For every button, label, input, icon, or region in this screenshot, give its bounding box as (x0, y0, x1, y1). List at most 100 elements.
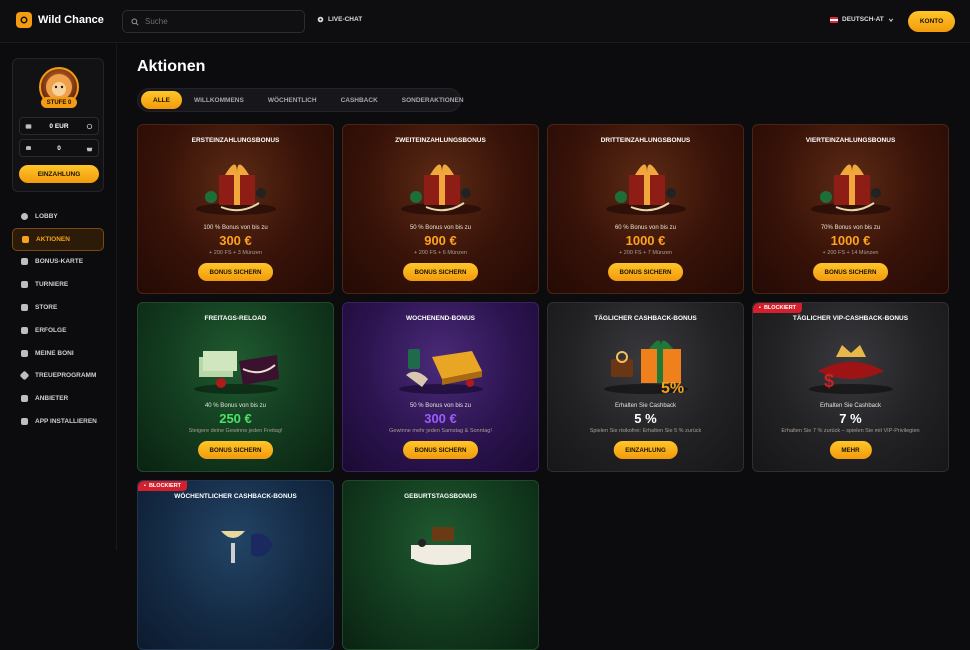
promo-card[interactable]: ▪ BLOCKIERT WÖCHENTLICHER CASHBACK-BONUS (137, 480, 334, 650)
promo-card[interactable]: DRITTEINZAHLUNGSBONUS 60 % Bonus von bis… (547, 124, 744, 294)
austria-flag-icon (830, 16, 838, 23)
page-title: Aktionen (137, 58, 206, 75)
gift-box-icon (810, 164, 891, 215)
sidebar-item-erfolge[interactable]: ERFOLGE (12, 319, 104, 342)
claim-bonus-button[interactable]: BONUS SICHERN (607, 263, 684, 281)
level-badge: STUFE 0 (41, 97, 77, 108)
store-icon (21, 304, 28, 312)
search-icon (131, 17, 139, 26)
language-selector[interactable]: DEUTSCH-AT (830, 16, 894, 23)
refresh-icon[interactable] (86, 123, 93, 130)
livechat-link[interactable]: LIVE-CHAT (317, 16, 362, 23)
sidebar-item-anbieter[interactable]: ANBIETER (12, 387, 104, 410)
promo-amount: 1000 € (830, 233, 871, 248)
promo-title: ZWEITEINZAHLUNGSBONUS (395, 137, 486, 144)
gift-box-icon (605, 164, 686, 215)
deposit-button[interactable]: EINZAHLUNG (19, 165, 99, 183)
promo-amount: 7 % (839, 411, 862, 426)
sidebar-item-meine-boni[interactable]: MEINE BONI (12, 342, 104, 365)
promo-note: Gewinne mehr jeden Samstag & Sonntag! (389, 428, 492, 434)
birthday-cake-icon (410, 527, 471, 565)
promo-card[interactable]: VIERTEINZAHLUNGSBONUS 70% Bonus von bis … (752, 124, 949, 294)
brand-logo[interactable]: Wild Chance (16, 12, 104, 28)
balance-value: 0 EUR (49, 122, 69, 130)
claim-bonus-button[interactable]: BONUS SICHERN (197, 263, 274, 281)
chat-icon (317, 16, 324, 23)
blocked-badge: ▪ BLOCKIERT (753, 303, 803, 313)
download-icon (21, 418, 28, 426)
promo-subtitle: 50 % Bonus von bis zu (409, 225, 472, 231)
diamond-icon (19, 371, 30, 381)
promo-subtitle: 100 % Bonus von bis zu (203, 225, 268, 231)
tab-willkommens[interactable]: WILLKOMMENS (182, 91, 256, 109)
promo-card[interactable]: TÄGLICHER CASHBACK-BONUS 5% Erhalten Sie… (547, 302, 744, 472)
sidebar-item-store[interactable]: STORE (12, 296, 104, 319)
gift-box-icon (400, 164, 481, 215)
sidebar-item-label: ANBIETER (35, 395, 69, 403)
promo-amount: 300 € (219, 233, 252, 248)
blocked-label: BLOCKIERT (148, 483, 182, 489)
sidebar-item-label: AKTIONEN (36, 235, 70, 243)
sidebar-item-label: STORE (35, 304, 58, 312)
crown-icon (21, 326, 28, 334)
crown-pillow-icon: $ (808, 345, 893, 394)
profile-panel: STUFE 0 0 EUR 0 EINZAHLUNG (12, 58, 104, 192)
more-button[interactable]: MEHR (829, 441, 872, 459)
balance-row: 0 EUR (19, 117, 99, 135)
gift-box-icon (195, 164, 276, 215)
sidebar-item-treueprogramm[interactable]: TREUEPROGRAMM (12, 365, 104, 388)
deposit-button[interactable]: EINZAHLUNG (613, 441, 678, 459)
promo-card[interactable]: ERSTEINZAHLUNGSBONUS 100 % Bonus von bis… (137, 124, 334, 294)
sidebar-item-bonus-karte[interactable]: BONUS-KARTE (12, 251, 104, 274)
promo-card[interactable]: GEBURTSTAGSBONUS (342, 480, 539, 650)
sidebar-item-turniere[interactable]: TURNIERE (12, 273, 104, 296)
promo-note: Erhalten Sie 7 % zurück – spielen Sie mi… (781, 428, 920, 434)
claim-bonus-button[interactable]: BONUS SICHERN (402, 441, 479, 459)
livechat-label: LIVE-CHAT (328, 16, 363, 23)
coins-icon (26, 145, 31, 150)
top-header: Wild Chance LIVE-CHAT DEUTSCH-AT KONTO (0, 0, 970, 43)
svg-text:$: $ (824, 371, 834, 391)
svg-text:5%: 5% (661, 380, 684, 397)
promo-amount: 5 % (634, 411, 657, 426)
promo-card[interactable]: FREITAGS-RELOAD 40 % Bonus von bis zu 25… (137, 302, 334, 472)
sidebar-item-aktionen[interactable]: AKTIONEN (12, 227, 104, 251)
sidebar: STUFE 0 0 EUR 0 EINZAHLUNG LOBBY AKTIONE… (0, 44, 117, 550)
promo-title: DRITTEINZAHLUNGSBONUS (600, 137, 691, 144)
tab-alle[interactable]: ALLE (141, 91, 182, 109)
sidebar-nav: LOBBY AKTIONEN BONUS-KARTE TURNIERE STOR… (12, 205, 104, 433)
lock-icon: ▪ (144, 483, 146, 489)
coins-row: 0 (19, 139, 99, 157)
money-jewelry-icon (193, 351, 279, 394)
promo-subtitle: Erhalten Sie Cashback (819, 403, 882, 409)
bonus-icon (21, 349, 28, 357)
sidebar-item-label: ERFOLGE (35, 326, 67, 334)
promo-title: TÄGLICHER VIP-CASHBACK-BONUS (792, 315, 909, 322)
promo-title: WOCHENEND-BONUS (406, 315, 475, 322)
promo-subtitle: 40 % Bonus von bis zu (204, 403, 267, 409)
promo-card[interactable]: ▪ BLOCKIERT TÄGLICHER VIP-CASHBACK-BONUS … (752, 302, 949, 472)
account-button[interactable]: KONTO (908, 11, 955, 32)
sidebar-item-label: TREUEPROGRAMM (35, 372, 97, 380)
blocked-label: BLOCKIERT (763, 305, 797, 311)
search-box[interactable] (122, 10, 305, 33)
filter-tabs: ALLE WILLKOMMENS WÖCHENTLICH CASHBACK SO… (137, 88, 464, 112)
sidebar-item-label: MEINE BONI (35, 349, 74, 357)
sidebar-item-app-installieren[interactable]: APP INSTALLIEREN (12, 410, 104, 433)
promo-card[interactable]: WOCHENEND-BONUS 50 % Bonus von bis zu 30… (342, 302, 539, 472)
champagne-icon (220, 531, 273, 563)
search-input[interactable] (145, 17, 295, 26)
tab-woechentlich[interactable]: WÖCHENTLICH (256, 91, 329, 109)
tab-sonderaktionen[interactable]: SONDERAKTIONEN (390, 91, 476, 109)
promo-title: FREITAGS-RELOAD (204, 315, 267, 322)
claim-bonus-button[interactable]: BONUS SICHERN (812, 263, 889, 281)
promo-note: Spielen Sie risikofrei: Erhalten Sie 5 %… (589, 428, 702, 434)
promo-card[interactable]: ZWEITEINZAHLUNGSBONUS 50 % Bonus von bis… (342, 124, 539, 294)
tab-cashback[interactable]: CASHBACK (329, 91, 390, 109)
basket-icon[interactable] (86, 145, 93, 152)
sidebar-item-lobby[interactable]: LOBBY (12, 205, 104, 228)
claim-bonus-button[interactable]: BONUS SICHERN (197, 441, 274, 459)
lock-icon: ▪ (759, 305, 761, 311)
claim-bonus-button[interactable]: BONUS SICHERN (402, 263, 479, 281)
sidebar-item-label: LOBBY (35, 212, 58, 220)
